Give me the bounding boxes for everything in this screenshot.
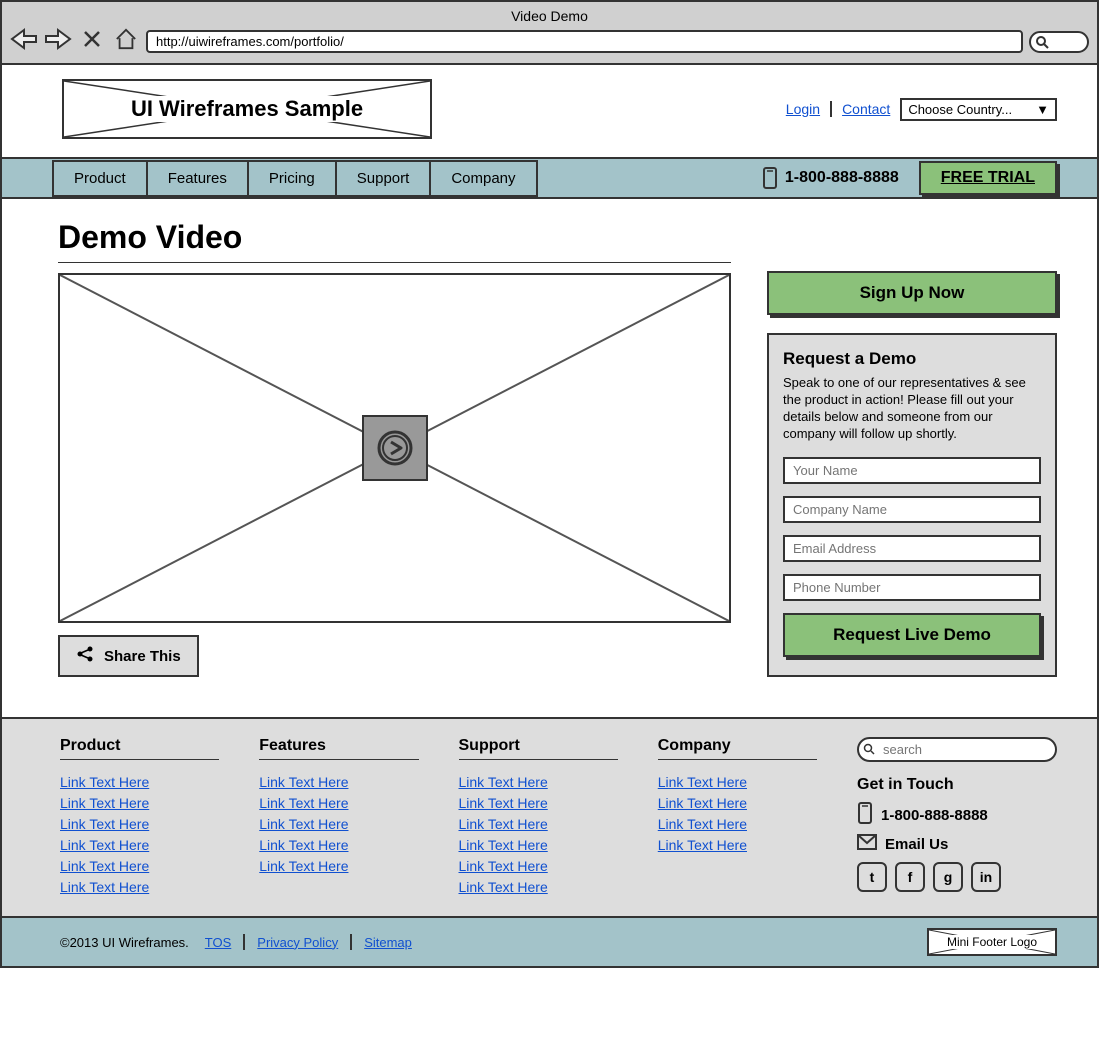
footer-link[interactable]: Link Text Here <box>459 772 618 793</box>
back-button[interactable] <box>10 28 38 55</box>
divider <box>350 934 352 950</box>
phone-icon <box>857 802 873 828</box>
bottom-link-tos[interactable]: TOS <box>205 935 232 950</box>
footer: ProductLink Text HereLink Text HereLink … <box>2 717 1097 916</box>
request-demo-button[interactable]: Request Live Demo <box>783 613 1041 657</box>
footer-link[interactable]: Link Text Here <box>60 772 219 793</box>
phone-icon <box>761 166 779 190</box>
footer-col-product: ProductLink Text HereLink Text HereLink … <box>60 737 219 898</box>
footer-link[interactable]: Link Text Here <box>459 793 618 814</box>
page-title: Demo Video <box>58 219 731 263</box>
divider <box>830 101 832 117</box>
footer-link[interactable]: Link Text Here <box>658 814 817 835</box>
share-icon <box>76 645 94 667</box>
contact-link[interactable]: Contact <box>842 101 890 117</box>
logo-text: UI Wireframes Sample <box>123 96 371 122</box>
name-field[interactable] <box>783 457 1041 484</box>
mini-footer-logo[interactable]: Mini Footer Logo <box>927 928 1057 956</box>
share-label: Share This <box>104 648 181 665</box>
footer-col-support: SupportLink Text HereLink Text HereLink … <box>459 737 618 898</box>
copyright: ©2013 UI Wireframes. <box>60 935 189 950</box>
search-icon <box>863 742 875 760</box>
email-us-link[interactable]: Email Us <box>885 836 948 853</box>
nav-phone: 1-800-888-8888 <box>785 169 899 187</box>
footer-phone: 1-800-888-8888 <box>881 807 988 824</box>
footer-link[interactable]: Link Text Here <box>459 835 618 856</box>
demo-heading: Request a Demo <box>783 349 1041 369</box>
footer-link[interactable]: Link Text Here <box>459 877 618 898</box>
share-button[interactable]: Share This <box>58 635 199 677</box>
footer-col-title: Product <box>60 737 219 760</box>
footer-link[interactable]: Link Text Here <box>259 772 418 793</box>
get-in-touch-heading: Get in Touch <box>857 776 1057 794</box>
email-field[interactable] <box>783 535 1041 562</box>
demo-body: Speak to one of our representatives & se… <box>783 375 1041 443</box>
nav-item-pricing[interactable]: Pricing <box>247 160 337 197</box>
twitter-icon[interactable]: t <box>857 862 887 892</box>
bottom-link-sitemap[interactable]: Sitemap <box>364 935 412 950</box>
bottom-bar: ©2013 UI Wireframes. TOS Privacy Policy Si… <box>2 916 1097 966</box>
divider <box>243 934 245 950</box>
footer-link[interactable]: Link Text Here <box>658 793 817 814</box>
main-nav: ProductFeaturesPricingSupportCompany 1-8… <box>2 157 1097 199</box>
page-content: UI Wireframes Sample Login Contact Choos… <box>0 65 1099 968</box>
url-bar[interactable] <box>146 30 1023 53</box>
footer-col-company: CompanyLink Text HereLink Text HereLink … <box>658 737 817 898</box>
nav-item-product[interactable]: Product <box>52 160 148 197</box>
forward-button[interactable] <box>44 28 72 55</box>
browser-chrome: Video Demo <box>0 0 1099 65</box>
footer-link[interactable]: Link Text Here <box>259 793 418 814</box>
footer-link[interactable]: Link Text Here <box>259 856 418 877</box>
footer-col-title: Company <box>658 737 817 760</box>
login-link[interactable]: Login <box>786 101 820 117</box>
signup-button[interactable]: Sign Up Now <box>767 271 1057 315</box>
country-select-label: Choose Country... <box>908 102 1012 117</box>
footer-search[interactable] <box>857 737 1057 762</box>
footer-link[interactable]: Link Text Here <box>60 814 219 835</box>
footer-col-title: Features <box>259 737 418 760</box>
nav-item-support[interactable]: Support <box>335 160 432 197</box>
email-icon <box>857 834 877 854</box>
browser-search[interactable] <box>1029 31 1089 53</box>
facebook-icon[interactable]: f <box>895 862 925 892</box>
google-icon[interactable]: g <box>933 862 963 892</box>
browser-tab-title: Video Demo <box>10 6 1089 26</box>
mini-logo-text: Mini Footer Logo <box>943 935 1041 949</box>
footer-link[interactable]: Link Text Here <box>60 856 219 877</box>
nav-item-features[interactable]: Features <box>146 160 249 197</box>
footer-link[interactable]: Link Text Here <box>60 877 219 898</box>
footer-link[interactable]: Link Text Here <box>459 814 618 835</box>
footer-link[interactable]: Link Text Here <box>459 856 618 877</box>
chevron-down-icon: ▼ <box>1036 102 1049 117</box>
stop-button[interactable] <box>78 28 106 55</box>
footer-link[interactable]: Link Text Here <box>658 835 817 856</box>
site-logo[interactable]: UI Wireframes Sample <box>62 79 432 139</box>
footer-col-title: Support <box>459 737 618 760</box>
country-select[interactable]: Choose Country... ▼ <box>900 98 1057 121</box>
home-button[interactable] <box>112 28 140 55</box>
free-trial-button[interactable]: FREE TRIAL <box>919 161 1057 195</box>
footer-link[interactable]: Link Text Here <box>658 772 817 793</box>
demo-form: Request a Demo Speak to one of our repre… <box>767 333 1057 677</box>
footer-link[interactable]: Link Text Here <box>259 835 418 856</box>
footer-col-features: FeaturesLink Text HereLink Text HereLink… <box>259 737 418 898</box>
phone-field[interactable] <box>783 574 1041 601</box>
footer-link[interactable]: Link Text Here <box>60 835 219 856</box>
play-button[interactable] <box>362 415 428 481</box>
footer-link[interactable]: Link Text Here <box>60 793 219 814</box>
nav-item-company[interactable]: Company <box>429 160 537 197</box>
company-field[interactable] <box>783 496 1041 523</box>
linkedin-icon[interactable]: in <box>971 862 1001 892</box>
bottom-link-privacy-policy[interactable]: Privacy Policy <box>257 935 338 950</box>
video-placeholder[interactable] <box>58 273 731 623</box>
footer-link[interactable]: Link Text Here <box>259 814 418 835</box>
